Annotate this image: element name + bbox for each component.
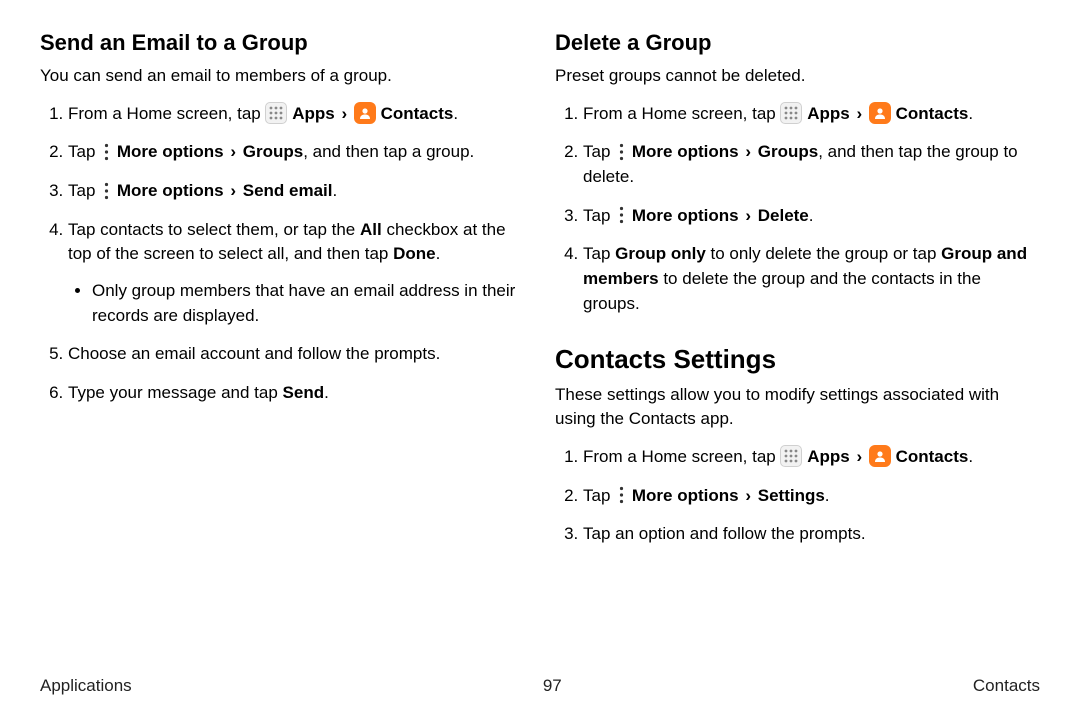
apps-icon [780, 445, 802, 467]
settings-label: Settings [758, 486, 825, 505]
step-5: Choose an email account and follow the p… [68, 342, 525, 367]
apps-icon [780, 102, 802, 124]
step-3: Tap More options › Send email. [68, 179, 525, 204]
footer-left: Applications [40, 676, 132, 696]
more-options-label: More options [632, 142, 739, 161]
step-6: Type your message and tap Send. [68, 381, 525, 406]
period: . [333, 181, 338, 200]
apps-icon [265, 102, 287, 124]
page-footer: Applications 97 Contacts [40, 676, 1040, 696]
text: From a Home screen, tap [583, 447, 780, 466]
text: Tap contacts to select them, or tap the [68, 220, 360, 239]
text: Tap [68, 142, 100, 161]
contacts-icon [354, 102, 376, 124]
steps-send-email: From a Home screen, tap Apps › Contacts.… [40, 102, 525, 406]
heading-delete-group: Delete a Group [555, 30, 1040, 56]
more-options-label: More options [632, 206, 739, 225]
apps-label: Apps [807, 104, 850, 123]
text: , and then tap a group. [303, 142, 474, 161]
more-options-icon [615, 484, 627, 506]
intro-delete-group: Preset groups cannot be deleted. [555, 64, 1040, 88]
text: From a Home screen, tap [583, 104, 780, 123]
period: . [324, 383, 329, 402]
step-2: Tap More options › Groups, and then tap … [583, 140, 1040, 189]
period: . [968, 447, 973, 466]
more-options-label: More options [632, 486, 739, 505]
text: Tap [583, 206, 615, 225]
text: Tap [583, 244, 615, 263]
send-email-label: Send email [243, 181, 333, 200]
apps-label: Apps [292, 104, 335, 123]
contacts-label: Contacts [381, 104, 454, 123]
contacts-label: Contacts [896, 104, 969, 123]
more-options-icon [100, 141, 112, 163]
more-options-label: More options [117, 181, 224, 200]
content-columns: Send an Email to a Group You can send an… [40, 30, 1040, 561]
chevron-right-icon: › [854, 447, 864, 466]
period: . [436, 244, 441, 263]
delete-label: Delete [758, 206, 809, 225]
more-options-label: More options [117, 142, 224, 161]
text: Type your message and tap [68, 383, 283, 402]
step-3: Tap an option and follow the prompts. [583, 522, 1040, 547]
chevron-right-icon: › [854, 104, 864, 123]
step-4: Tap Group only to only delete the group … [583, 242, 1040, 316]
more-options-icon [100, 180, 112, 202]
step-1: From a Home screen, tap Apps › Contacts. [583, 102, 1040, 127]
text: From a Home screen, tap [68, 104, 265, 123]
groups-label: Groups [758, 142, 818, 161]
period: . [453, 104, 458, 123]
text: to only delete the group or tap [706, 244, 941, 263]
step-4: Tap contacts to select them, or tap the … [68, 218, 525, 329]
contacts-label: Contacts [896, 447, 969, 466]
more-options-icon [615, 204, 627, 226]
contacts-icon [869, 102, 891, 124]
period: . [809, 206, 814, 225]
footer-right: Contacts [973, 676, 1040, 696]
more-options-icon [615, 141, 627, 163]
intro-contacts-settings: These settings allow you to modify setti… [555, 383, 1040, 431]
step-1: From a Home screen, tap Apps › Contacts. [583, 445, 1040, 470]
apps-label: Apps [807, 447, 850, 466]
footer-page-number: 97 [543, 676, 562, 696]
text: Tap [583, 486, 615, 505]
heading-contacts-settings: Contacts Settings [555, 344, 1040, 375]
chevron-right-icon: › [228, 142, 238, 161]
step-2: Tap More options › Settings. [583, 484, 1040, 509]
sub-bullets: Only group members that have an email ad… [68, 279, 525, 328]
chevron-right-icon: › [743, 142, 753, 161]
all-label: All [360, 220, 382, 239]
chevron-right-icon: › [743, 206, 753, 225]
right-column: Delete a Group Preset groups cannot be d… [555, 30, 1040, 561]
period: . [825, 486, 830, 505]
group-only-label: Group only [615, 244, 706, 263]
steps-delete-group: From a Home screen, tap Apps › Contacts.… [555, 102, 1040, 316]
left-column: Send an Email to a Group You can send an… [40, 30, 525, 561]
chevron-right-icon: › [339, 104, 349, 123]
intro-send-email: You can send an email to members of a gr… [40, 64, 525, 88]
text: Tap [583, 142, 615, 161]
groups-label: Groups [243, 142, 303, 161]
done-label: Done [393, 244, 436, 263]
period: . [968, 104, 973, 123]
steps-contacts-settings: From a Home screen, tap Apps › Contacts.… [555, 445, 1040, 547]
step-2: Tap More options › Groups, and then tap … [68, 140, 525, 165]
heading-send-email: Send an Email to a Group [40, 30, 525, 56]
step-3: Tap More options › Delete. [583, 204, 1040, 229]
contacts-icon [869, 445, 891, 467]
step-1: From a Home screen, tap Apps › Contacts. [68, 102, 525, 127]
text: Tap [68, 181, 100, 200]
bullet: Only group members that have an email ad… [92, 279, 525, 328]
chevron-right-icon: › [228, 181, 238, 200]
send-label: Send [283, 383, 325, 402]
chevron-right-icon: › [743, 486, 753, 505]
